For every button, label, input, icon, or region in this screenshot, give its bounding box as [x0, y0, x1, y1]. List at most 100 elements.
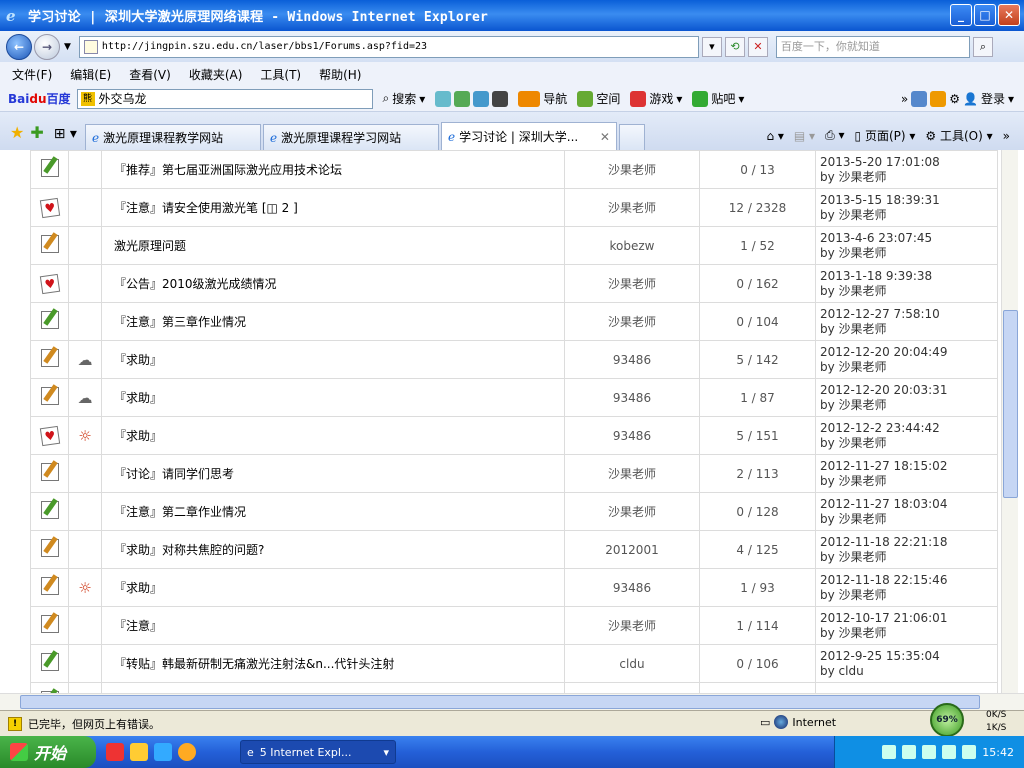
last-post-by[interactable]: by 沙果老师 — [820, 398, 997, 413]
favorites-star-icon[interactable]: ★ — [10, 123, 24, 142]
address-dropdown-button[interactable]: ▾ — [701, 36, 722, 57]
thread-author[interactable]: 沙果老师 — [564, 454, 700, 493]
last-post-by[interactable]: by 沙果老师 — [820, 550, 997, 565]
menu-view[interactable]: 查看(V) — [129, 66, 171, 83]
forward-button[interactable]: → — [34, 33, 60, 60]
menu-help[interactable]: 帮助(H) — [319, 66, 361, 83]
quick-tabs-icon[interactable]: ⊞ ▾ — [54, 126, 77, 142]
table-row[interactable]: 2012-9-17 10:51:10 — [30, 682, 998, 693]
thread-author[interactable]: 沙果老师 — [564, 606, 700, 645]
thread-title[interactable]: 『推荐』第七届亚洲国际激光应用技术论坛 — [101, 150, 565, 189]
thread-title[interactable]: 『求助』 — [101, 568, 565, 607]
thread-title[interactable]: 『注意』 — [101, 606, 565, 645]
last-post-by[interactable]: by 沙果老师 — [820, 436, 997, 451]
thread-title[interactable] — [101, 682, 565, 693]
thread-author[interactable]: 93486 — [564, 416, 700, 455]
last-post-by[interactable]: by 沙果老师 — [820, 588, 997, 603]
login-button[interactable]: 登录 — [981, 90, 1005, 107]
last-post-by[interactable]: by 沙果老师 — [820, 208, 997, 223]
table-row[interactable]: ☼ 『求助』 93486 1 / 93 2012-11-18 22:15:46 by 沙果… — [30, 568, 998, 607]
shield-icon[interactable] — [962, 745, 977, 759]
back-button[interactable]: ← — [6, 33, 32, 60]
baidu-search-button[interactable]: ⌕ 搜索 ▾ — [383, 90, 426, 107]
grid-icon[interactable] — [911, 90, 928, 107]
baidu-game-button[interactable]: 游戏 ▾ — [630, 90, 682, 107]
baidu-tieba-button[interactable]: 贴吧 ▾ — [692, 90, 744, 107]
thread-title[interactable]: 『注意』第二章作业情况 — [101, 492, 565, 531]
table-row[interactable]: ♥ 『公告』2010级激光成绩情况 沙果老师 0 / 162 2013-1-18 9:3… — [30, 264, 998, 303]
save-icon[interactable] — [454, 90, 471, 107]
horizontal-scrollbar[interactable] — [0, 693, 1024, 710]
new-tab-button[interactable] — [618, 124, 645, 150]
history-dropdown-icon[interactable]: ▼ — [64, 42, 71, 52]
tab-teaching-site[interactable]: e 激光原理课程教学网站 — [84, 124, 261, 150]
tab-discussion[interactable]: e 学习讨论 | 深圳大学... ✕ — [440, 122, 617, 150]
table-row[interactable]: 『求助』对称共焦腔的问题? 2012001 4 / 125 2012-11-18 22… — [30, 530, 998, 569]
thread-author[interactable] — [564, 682, 700, 693]
folder-icon[interactable] — [130, 743, 148, 761]
thread-author[interactable]: 2012001 — [564, 530, 700, 569]
feeds-icon[interactable]: ▤ ▾ — [794, 129, 815, 143]
last-post-by[interactable]: by 沙果老师 — [820, 474, 997, 489]
table-row[interactable]: ♥ ☼ 『求助』 93486 5 / 151 2012-12-2 23:44:42 by 沙… — [30, 416, 998, 455]
baidu-space-button[interactable]: 空间 — [577, 90, 620, 107]
table-row[interactable]: 『转贴』韩最新研制无痛激光注射法&n...代针头注射 cldu 0 / 106 201… — [30, 644, 998, 683]
thread-author[interactable]: 93486 — [564, 340, 700, 379]
last-post-by[interactable]: by 沙果老师 — [820, 284, 997, 299]
menu-file[interactable]: 文件(F) — [12, 66, 52, 83]
last-post-by[interactable]: by 沙果老师 — [820, 322, 997, 337]
table-row[interactable]: 『讨论』请同学们思考 沙果老师 2 / 113 2012-11-27 18:15:02… — [30, 454, 998, 493]
table-row[interactable]: 『注意』 沙果老师 1 / 114 2012-10-17 21:06:01 by 沙果老… — [30, 606, 998, 645]
last-post-by[interactable]: by 沙果老师 — [820, 246, 997, 261]
close-button[interactable]: ✕ — [998, 4, 1020, 26]
thread-author[interactable]: 93486 — [564, 568, 700, 607]
thread-author[interactable]: 93486 — [564, 378, 700, 417]
thread-author[interactable]: 沙果老师 — [564, 150, 700, 189]
thread-title[interactable]: 激光原理问题 — [101, 226, 565, 265]
network-meter[interactable]: 69% — [930, 703, 964, 737]
table-row[interactable]: ☁ 『求助』 93486 1 / 87 2012-12-20 20:03:31 by 沙果… — [30, 378, 998, 417]
clock[interactable]: 15:42 — [982, 746, 1014, 759]
print-icon[interactable]: ⎙ ▾ — [825, 128, 844, 143]
thread-title[interactable]: 『公告』2010级激光成绩情况 — [101, 264, 565, 303]
more-chevron-icon[interactable]: » — [901, 92, 908, 106]
vertical-scrollbar[interactable] — [1001, 150, 1018, 693]
address-bar[interactable]: http://jingpin.szu.edu.cn/laser/bbs1/For… — [78, 35, 699, 58]
baidu-nav-button[interactable]: 导航 — [518, 90, 567, 107]
close-tab-icon[interactable]: ✕ — [600, 130, 610, 144]
volume-icon[interactable] — [942, 745, 957, 759]
ie-icon[interactable] — [435, 90, 452, 107]
taskbar-ie-group[interactable]: e5 Internet Expl... ▾ — [240, 740, 396, 764]
start-button[interactable]: 开始 — [0, 736, 96, 768]
thread-author[interactable]: 沙果老师 — [564, 188, 700, 227]
film-icon[interactable] — [492, 90, 509, 107]
thread-title[interactable]: 『求助』 — [101, 378, 565, 417]
thread-author[interactable]: cldu — [564, 644, 700, 683]
media-player-icon[interactable] — [178, 743, 196, 761]
minimize-button[interactable]: _ — [950, 4, 972, 26]
thread-author[interactable]: 沙果老师 — [564, 492, 700, 531]
last-post-by[interactable]: by 沙果老师 — [820, 360, 997, 375]
maximize-button[interactable]: □ — [974, 4, 996, 26]
home-icon[interactable]: ⌂ ▾ — [766, 129, 783, 143]
gear-icon[interactable]: ⚙ — [949, 92, 960, 106]
menu-favorites[interactable]: 收藏夹(A) — [189, 66, 243, 83]
table-row[interactable]: ♥ 『注意』请安全使用激光笔 [◫ 2 ] 沙果老师 12 / 2328 2013-5-… — [30, 188, 998, 227]
horizontal-scroll-thumb[interactable] — [20, 695, 980, 709]
last-post-by[interactable]: by cldu — [820, 664, 997, 679]
page-menu[interactable]: ▯ 页面(P) ▾ — [855, 127, 916, 144]
tab-learning-site[interactable]: e 激光原理课程学习网站 — [262, 124, 439, 150]
more-commands-icon[interactable]: » — [1003, 129, 1010, 143]
battery-icon[interactable] — [922, 745, 937, 759]
chat-icon[interactable] — [473, 90, 490, 107]
thread-title[interactable]: 『讨论』请同学们思考 — [101, 454, 565, 493]
thread-title[interactable]: 『注意』第三章作业情况 — [101, 302, 565, 341]
tools-menu[interactable]: ⚙ 工具(O) ▾ — [925, 127, 992, 144]
thread-author[interactable]: kobezw — [564, 226, 700, 265]
table-row[interactable]: 『注意』第二章作业情况 沙果老师 0 / 128 2012-11-27 18:03:0… — [30, 492, 998, 531]
table-row[interactable]: ☁ 『求助』 93486 5 / 142 2012-12-20 20:04:49 by 沙… — [30, 340, 998, 379]
menu-edit[interactable]: 编辑(E) — [70, 66, 111, 83]
table-row[interactable]: 『推荐』第七届亚洲国际激光应用技术论坛 沙果老师 0 / 13 2013-5-20 1… — [30, 150, 998, 189]
menu-tools[interactable]: 工具(T) — [260, 66, 301, 83]
keyboard-icon[interactable] — [882, 745, 897, 759]
